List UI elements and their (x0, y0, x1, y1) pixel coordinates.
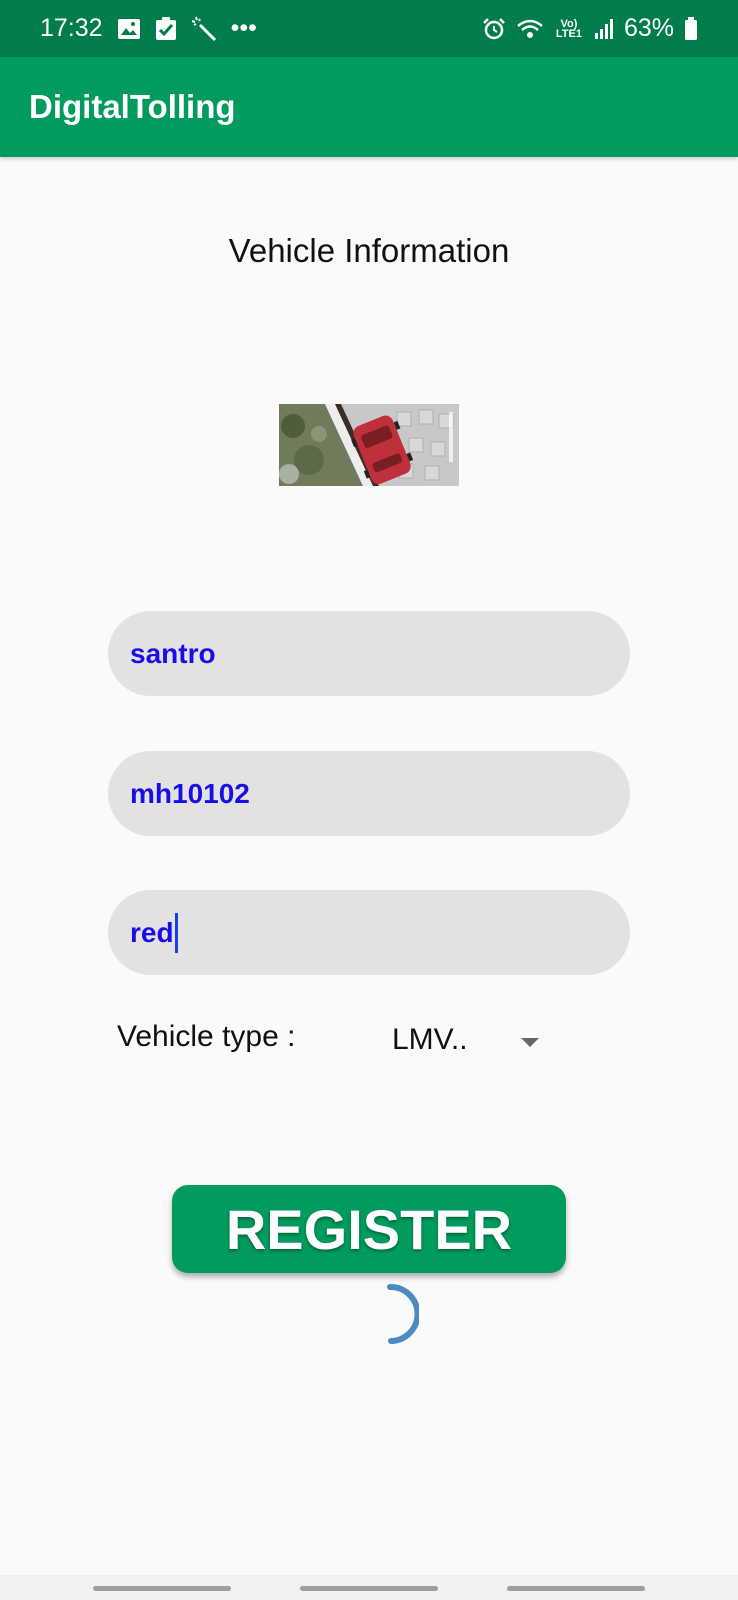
vehicle-type-dropdown[interactable]: LMV.. (392, 1020, 552, 1060)
nav-back-handle[interactable] (507, 1586, 645, 1591)
page-title: Vehicle Information (228, 232, 510, 269)
loading-spinner-icon (349, 1278, 421, 1348)
magic-wand-icon (191, 16, 217, 42)
dropdown-arrow-icon (521, 1038, 539, 1047)
text-cursor (174, 912, 178, 953)
vehicle-photo (279, 404, 459, 486)
system-navigation-bar (0, 1575, 738, 1600)
vehicle-number-field[interactable]: mh10102 (108, 751, 630, 836)
status-left: 17:32 ••• (40, 14, 257, 43)
status-right: Vo) LTE1 63% (482, 14, 698, 43)
vehicle-number-value: mh10102 (130, 777, 250, 809)
status-time: 17:32 (40, 14, 103, 42)
nav-home-handle[interactable] (300, 1586, 438, 1591)
vehicle-color-value: red (130, 916, 174, 948)
signal-icon (594, 18, 614, 40)
checklist-icon (155, 16, 177, 41)
app-title: DigitalTolling (29, 88, 236, 125)
app-bar: DigitalTolling (0, 57, 738, 157)
battery-icon (684, 16, 698, 41)
image-icon (117, 18, 141, 40)
wifi-icon (516, 17, 544, 41)
more-notifications-icon: ••• (230, 14, 257, 42)
register-button[interactable]: REGISTER (172, 1185, 566, 1273)
vehicle-type-value: LMV.. (392, 1023, 468, 1056)
vehicle-model-value: santro (130, 637, 216, 669)
vehicle-type-label: Vehicle type : (117, 1020, 296, 1053)
alarm-icon (482, 17, 506, 41)
vehicle-model-field[interactable]: santro (108, 611, 630, 696)
vehicle-color-field[interactable]: red (108, 890, 630, 975)
nav-recents-handle[interactable] (93, 1586, 231, 1591)
battery-percent: 63% (623, 14, 674, 42)
network-type-label: Vo) LTE1 (555, 17, 582, 40)
register-button-label: REGISTER (225, 1197, 513, 1261)
status-bar: 17:32 ••• Vo) LTE1 63% (0, 0, 738, 57)
